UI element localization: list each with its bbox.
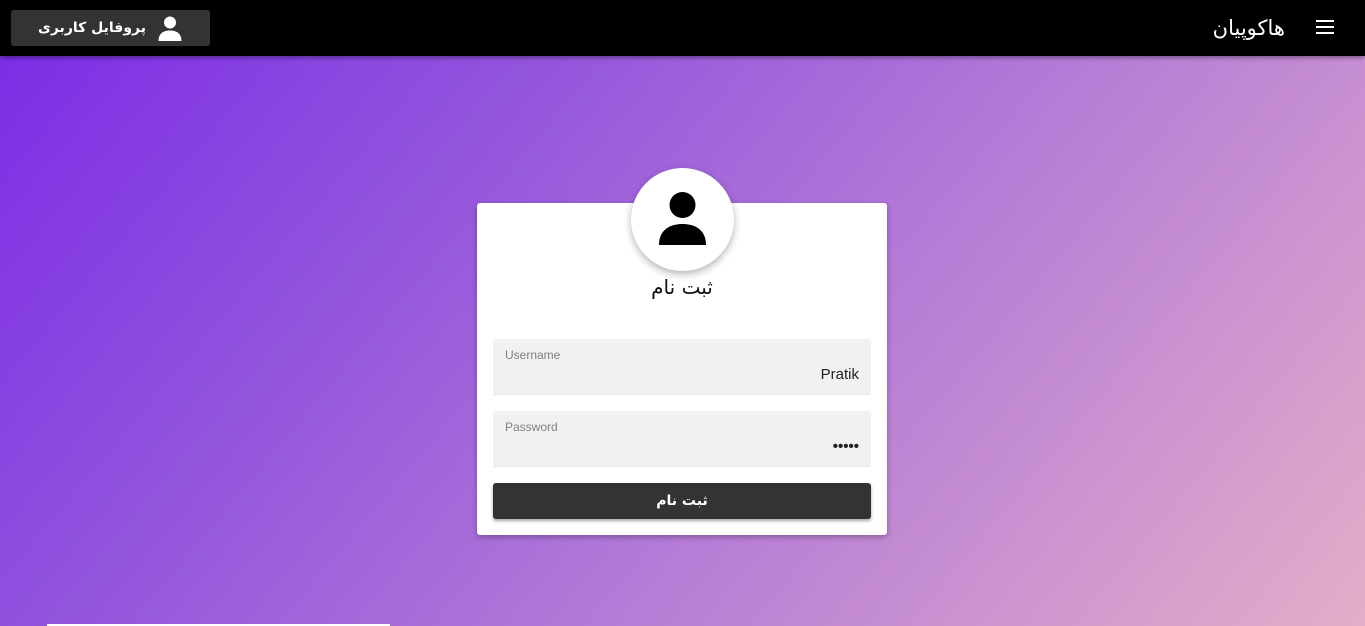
person-icon [659, 192, 706, 245]
profile-button-label: پروفایل کاربری [38, 20, 146, 36]
username-input[interactable] [519, 363, 859, 385]
password-field[interactable]: Password [493, 411, 871, 467]
register-button[interactable]: ثبت نام [493, 483, 871, 519]
menu-button[interactable] [1306, 12, 1344, 44]
password-label: Password [505, 420, 558, 434]
password-input[interactable] [519, 435, 859, 457]
app-bar: پروفایل کاربری هاکوپیان [0, 0, 1365, 56]
app-title: هاکوپیان [1212, 16, 1285, 40]
username-label: Username [505, 348, 561, 362]
profile-button[interactable]: پروفایل کاربری [11, 10, 210, 46]
username-field[interactable]: Username [493, 339, 871, 395]
avatar [631, 168, 734, 271]
menu-icon [1316, 20, 1334, 34]
card-title: ثبت نام [651, 275, 713, 299]
person-icon [157, 15, 183, 41]
